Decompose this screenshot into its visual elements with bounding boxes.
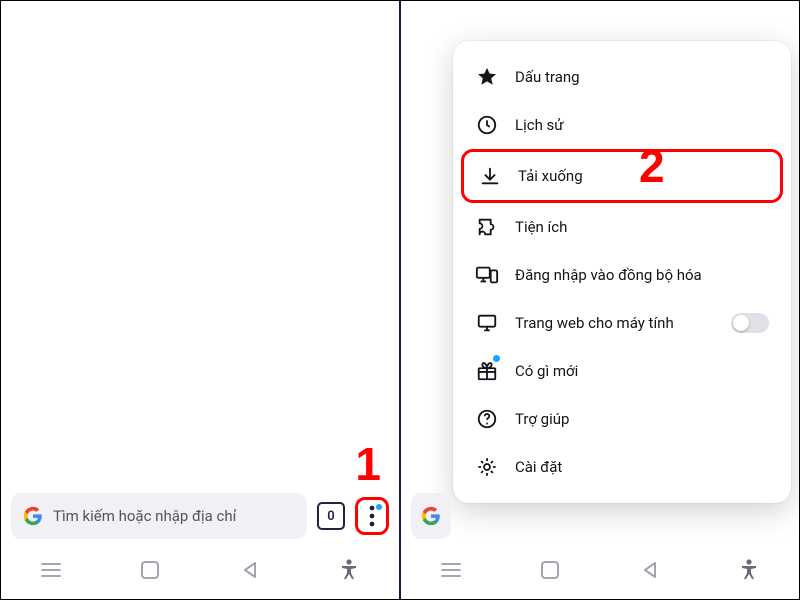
gift-icon bbox=[475, 359, 499, 383]
android-nav-bar bbox=[401, 551, 799, 589]
star-icon bbox=[475, 65, 499, 89]
android-nav-bar bbox=[1, 551, 399, 589]
annotation-step-2: 2 bbox=[639, 139, 665, 193]
back-icon[interactable] bbox=[237, 557, 263, 583]
url-input[interactable] bbox=[411, 493, 451, 539]
accessibility-icon[interactable] bbox=[736, 557, 762, 583]
menu-item-label: Lịch sử bbox=[515, 116, 564, 134]
url-placeholder: Tìm kiếm hoặc nhập địa chỉ bbox=[53, 507, 236, 525]
menu-item-label: Trang web cho máy tính bbox=[515, 314, 674, 332]
desktop-site-toggle[interactable] bbox=[731, 313, 769, 333]
bottom-url-bar: Tìm kiếm hoặc nhập địa chỉ 0 bbox=[11, 493, 389, 539]
menu-item-label: Đăng nhập vào đồng bộ hóa bbox=[515, 266, 702, 284]
menu-item-bookmarks[interactable]: Dấu trang bbox=[461, 53, 783, 101]
annotation-step-1: 1 bbox=[355, 437, 381, 491]
sync-devices-icon bbox=[475, 263, 499, 287]
overflow-menu-button[interactable] bbox=[355, 497, 389, 535]
back-icon[interactable] bbox=[637, 557, 663, 583]
overflow-menu: Dấu trang Lịch sử Tải xuống Tiện ích bbox=[453, 41, 791, 503]
clock-icon bbox=[475, 113, 499, 137]
screenshot-step-2: Dấu trang Lịch sử Tải xuống Tiện ích bbox=[401, 1, 799, 599]
home-icon[interactable] bbox=[537, 557, 563, 583]
tabs-count-button[interactable]: 0 bbox=[317, 502, 345, 530]
menu-item-label: Tải xuống bbox=[518, 167, 583, 185]
puzzle-icon bbox=[475, 215, 499, 239]
menu-item-whats-new[interactable]: Có gì mới bbox=[461, 347, 783, 395]
menu-item-sync-sign-in[interactable]: Đăng nhập vào đồng bộ hóa bbox=[461, 251, 783, 299]
help-icon bbox=[475, 407, 499, 431]
google-icon bbox=[23, 506, 43, 526]
bottom-url-bar bbox=[411, 493, 789, 539]
menu-item-history[interactable]: Lịch sử bbox=[461, 101, 783, 149]
accessibility-icon[interactable] bbox=[336, 557, 362, 583]
menu-item-help[interactable]: Trợ giúp bbox=[461, 395, 783, 443]
recent-apps-icon[interactable] bbox=[38, 557, 64, 583]
gear-icon bbox=[475, 455, 499, 479]
google-icon bbox=[421, 506, 441, 526]
recent-apps-icon[interactable] bbox=[438, 557, 464, 583]
url-input[interactable]: Tìm kiếm hoặc nhập địa chỉ bbox=[11, 493, 307, 539]
home-icon[interactable] bbox=[137, 557, 163, 583]
menu-item-downloads[interactable]: Tải xuống bbox=[461, 149, 783, 203]
menu-item-label: Trợ giúp bbox=[515, 410, 569, 428]
menu-item-label: Có gì mới bbox=[515, 362, 578, 380]
menu-item-addons[interactable]: Tiện ích bbox=[461, 203, 783, 251]
menu-item-settings[interactable]: Cài đặt bbox=[461, 443, 783, 491]
download-icon bbox=[478, 164, 502, 188]
menu-item-label: Tiện ích bbox=[515, 218, 567, 236]
menu-item-desktop-site[interactable]: Trang web cho máy tính bbox=[461, 299, 783, 347]
notification-dot-icon bbox=[493, 355, 500, 362]
screenshot-step-1: Tìm kiếm hoặc nhập địa chỉ 0 bbox=[1, 1, 401, 599]
desktop-icon bbox=[475, 311, 499, 335]
notification-dot-icon bbox=[376, 504, 382, 510]
menu-item-label: Cài đặt bbox=[515, 458, 562, 476]
menu-item-label: Dấu trang bbox=[515, 68, 580, 86]
